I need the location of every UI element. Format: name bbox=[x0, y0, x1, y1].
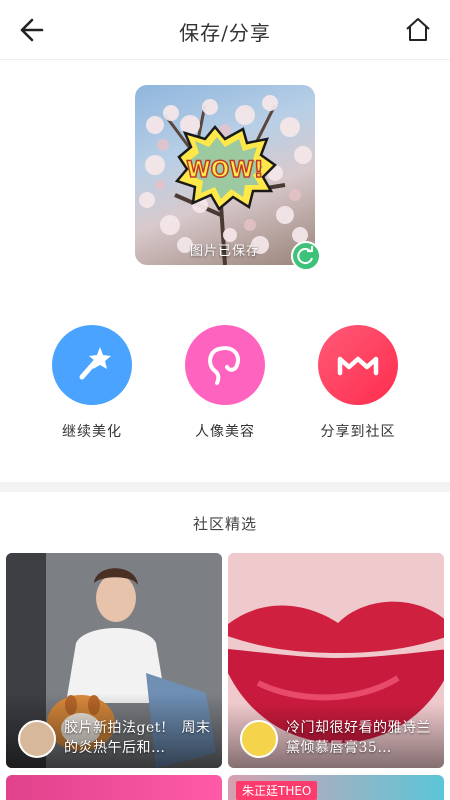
svg-text:WOW!: WOW! bbox=[186, 158, 263, 183]
portrait-beauty-circle bbox=[185, 325, 265, 405]
card-caption: 胶片新拍法get! 周末的炎热午后和… bbox=[64, 720, 211, 756]
refresh-button[interactable] bbox=[291, 241, 321, 271]
action-row: 继续美化 人像美容 分享到社区 bbox=[0, 325, 450, 445]
share-community-label: 分享到社区 bbox=[320, 424, 396, 440]
wow-sticker: WOW! bbox=[174, 125, 277, 211]
top-bar: 保存/分享 bbox=[0, 0, 450, 60]
page-title: 保存/分享 bbox=[179, 21, 271, 45]
avatar bbox=[18, 720, 56, 758]
card-caption: 冷门却很好看的雅诗兰黛倾慕唇膏35… bbox=[286, 720, 431, 756]
section-divider bbox=[0, 482, 450, 492]
continue-beautify-circle bbox=[52, 325, 132, 405]
continue-beautify-button[interactable]: 继续美化 bbox=[32, 325, 152, 441]
refresh-icon bbox=[297, 246, 313, 265]
portrait-beauty-button[interactable]: 人像美容 bbox=[165, 325, 285, 441]
community-card-partial[interactable] bbox=[6, 775, 222, 800]
home-icon bbox=[406, 18, 430, 41]
magic-wand-icon bbox=[79, 347, 111, 380]
community-card[interactable]: 冷门却很好看的雅诗兰黛倾慕唇膏35… bbox=[228, 553, 444, 768]
face-icon bbox=[208, 346, 240, 385]
saved-image-preview[interactable]: WOW! 图片已保存 bbox=[135, 85, 315, 265]
continue-beautify-label: 继续美化 bbox=[62, 424, 122, 440]
home-button[interactable] bbox=[402, 14, 434, 46]
share-community-button[interactable]: 分享到社区 bbox=[298, 325, 418, 441]
blossom-photo: WOW! bbox=[139, 95, 312, 265]
meitu-m-icon bbox=[337, 356, 379, 376]
share-community-circle bbox=[318, 325, 398, 405]
portrait-beauty-label: 人像美容 bbox=[195, 424, 255, 440]
community-card[interactable]: 胶片新拍法get! 周末的炎热午后和… bbox=[6, 553, 222, 768]
avatar bbox=[240, 720, 278, 758]
community-section-title: 社区精选 bbox=[192, 515, 257, 533]
card-tag: 朱正廷THEO bbox=[236, 781, 318, 800]
saved-label: 图片已保存 bbox=[189, 244, 260, 259]
community-card-partial[interactable]: 朱正廷THEO bbox=[228, 775, 444, 800]
